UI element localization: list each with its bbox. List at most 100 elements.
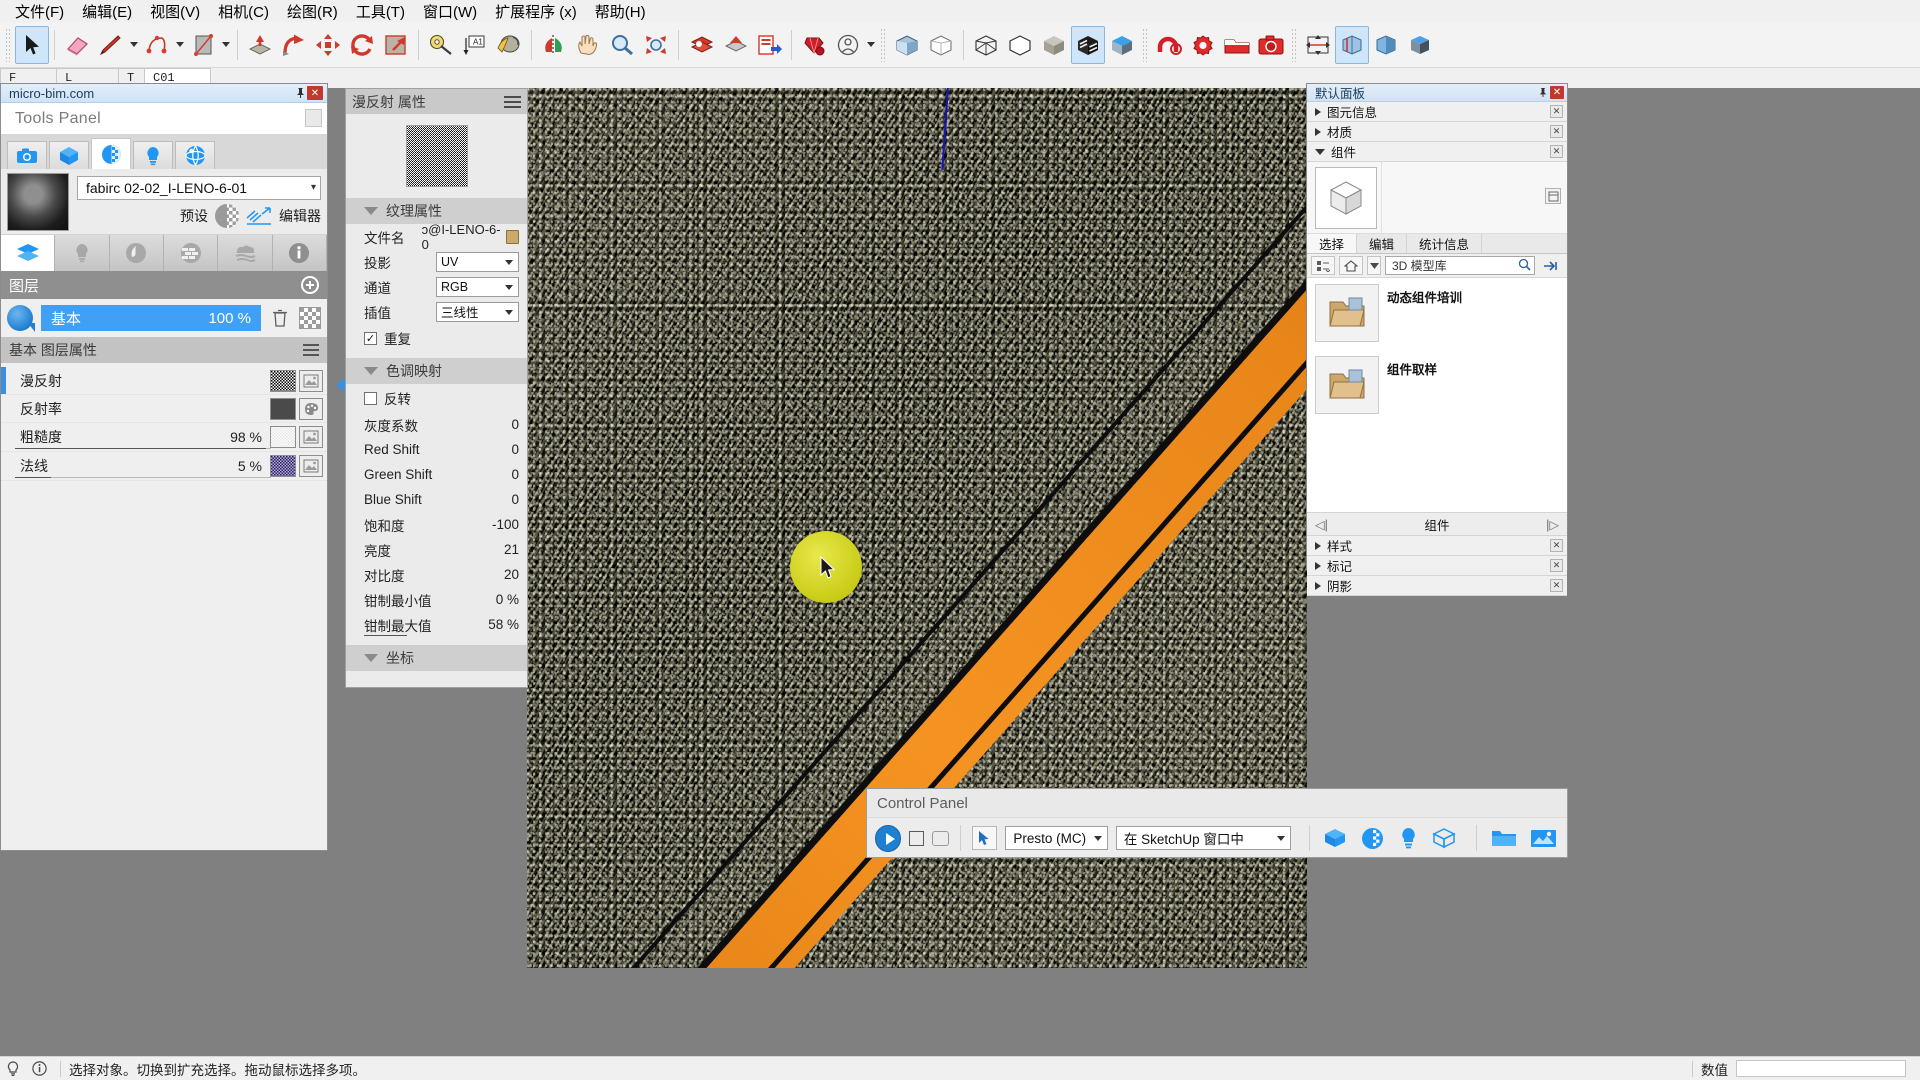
report-export-icon[interactable] — [752, 26, 786, 64]
menu-draw[interactable]: 绘图(R) — [278, 0, 347, 24]
row-brightness[interactable]: 亮度 21 — [346, 537, 527, 562]
tab-environment[interactable] — [175, 141, 215, 169]
target-select[interactable]: 在 SketchUp 窗口中 — [1115, 826, 1291, 850]
rectangle-icon[interactable] — [186, 26, 220, 64]
measurement-input[interactable] — [1736, 1060, 1906, 1077]
list-item[interactable]: 动态组件培训 — [1307, 278, 1567, 350]
lightbulb-icon[interactable] — [0, 1060, 26, 1077]
tray-shadows[interactable]: 阴影 ✕ — [1307, 576, 1567, 596]
section-fill-icon[interactable] — [1369, 26, 1403, 64]
comp-tab-select[interactable]: 选择 — [1307, 234, 1358, 253]
tape-measure-icon[interactable] — [424, 26, 458, 64]
tools-panel-corner-box[interactable] — [305, 109, 322, 127]
image-map-icon[interactable] — [299, 426, 323, 448]
user-account-icon[interactable] — [831, 26, 865, 64]
diffuse-texture-preview[interactable] — [405, 125, 468, 187]
channel-select[interactable]: RGB — [436, 276, 519, 297]
close-icon[interactable]: ✕ — [307, 86, 323, 100]
tray-styles[interactable]: 样式 ✕ — [1307, 536, 1567, 556]
pointer-icon[interactable] — [971, 826, 998, 850]
menu-extensions[interactable]: 扩展程序 (x) — [486, 0, 586, 24]
menu-camera[interactable]: 相机(C) — [209, 0, 278, 24]
layer-row[interactable]: 基本 100 % — [1, 299, 327, 337]
image-map-icon[interactable] — [299, 369, 323, 392]
nav-right-icon[interactable]: |▷ — [1546, 517, 1559, 532]
texture-properties-section-header[interactable]: 纹理属性 — [346, 198, 527, 224]
add-circle-icon[interactable] — [301, 276, 319, 294]
model-cube-icon[interactable] — [1321, 826, 1350, 850]
preset-sphere-icon[interactable] — [215, 203, 239, 228]
menu-window[interactable]: 窗口(W) — [414, 0, 486, 24]
light-noise-swatch[interactable] — [270, 426, 296, 448]
palette-icon[interactable] — [299, 397, 323, 420]
contrast-value[interactable]: 20 — [504, 567, 519, 582]
property-row-roughness[interactable]: 粗糙度 98 % — [1, 423, 327, 452]
forward-arrow-icon[interactable] — [1539, 256, 1563, 275]
tray-tags[interactable]: 标记 ✕ — [1307, 556, 1567, 576]
close-icon[interactable]: ✕ — [1550, 559, 1563, 572]
engine-select[interactable]: Presto (MC) — [1005, 826, 1108, 850]
light-bulb-icon[interactable] — [1396, 826, 1421, 850]
subtab-info[interactable] — [272, 235, 327, 271]
tab-camera[interactable] — [7, 141, 47, 169]
zoom-extents-icon[interactable] — [639, 26, 673, 64]
rectangle-dropdown-caret[interactable] — [220, 26, 232, 64]
checker-icon[interactable] — [299, 307, 321, 329]
home-icon[interactable] — [1339, 256, 1363, 275]
roughness-slider-track[interactable] — [15, 448, 271, 449]
control-panel-titlebar[interactable]: Control Panel — [867, 789, 1567, 818]
offset-icon[interactable] — [379, 26, 413, 64]
arc-dropdown-caret[interactable] — [174, 26, 186, 64]
style-monochrome-icon[interactable] — [1003, 26, 1037, 64]
menu-file[interactable]: 文件(F) — [6, 0, 73, 24]
blue-shift-value[interactable]: 0 — [511, 492, 519, 507]
tab-light[interactable] — [133, 141, 173, 169]
clamp-max-value[interactable]: 58 % — [488, 617, 519, 632]
saturation-value[interactable]: -100 — [492, 517, 519, 532]
tray-materials[interactable]: 材质 ✕ — [1307, 122, 1567, 142]
style-wireframe-icon[interactable] — [969, 26, 1003, 64]
close-icon[interactable]: ✕ — [1550, 145, 1563, 158]
close-icon[interactable]: ✕ — [1550, 125, 1563, 138]
invert-checkbox[interactable] — [364, 391, 377, 405]
close-icon[interactable]: ✕ — [1550, 539, 1563, 552]
row-saturation[interactable]: 饱和度 -100 — [346, 512, 527, 537]
move-icon[interactable] — [311, 26, 345, 64]
dimension-icon[interactable]: A1 — [458, 26, 492, 64]
chevron-down-icon[interactable]: ▾ — [311, 182, 316, 193]
default-tray-titlebar[interactable]: 默认面板 ✕ — [1307, 84, 1567, 102]
property-row-reflectance[interactable]: 反射率 — [1, 395, 327, 423]
tone-mapping-section-header[interactable]: 色调映射 — [346, 358, 527, 384]
subtab-displacement[interactable] — [163, 235, 219, 271]
pin-icon[interactable] — [293, 86, 307, 100]
save-image-icon[interactable] — [1528, 826, 1559, 850]
stop-icon[interactable] — [909, 830, 925, 846]
interpolation-select[interactable]: 三线性 — [436, 301, 519, 322]
section-cut-icon[interactable] — [1403, 26, 1437, 64]
normal-slider-track[interactable] — [15, 477, 271, 478]
render-cube-icon[interactable] — [1429, 826, 1458, 850]
trash-icon[interactable] — [269, 306, 291, 330]
open-folder-icon[interactable] — [1488, 826, 1519, 850]
repeat-checkbox[interactable]: ✓ — [364, 331, 377, 345]
clamp-min-value[interactable]: 0 % — [496, 592, 519, 607]
row-repeat[interactable]: ✓ 重复 — [346, 324, 527, 352]
clamp-max-slider-track[interactable] — [364, 635, 407, 636]
subtab-medium[interactable] — [109, 235, 164, 271]
component-cube-icon[interactable] — [1315, 167, 1377, 229]
list-item[interactable]: 组件取样 — [1307, 350, 1567, 422]
followme-icon[interactable] — [277, 26, 311, 64]
row-blue-shift[interactable]: Blue Shift 0 — [346, 487, 527, 512]
info-circle-icon[interactable] — [26, 1061, 52, 1076]
row-contrast[interactable]: 对比度 20 — [346, 562, 527, 587]
scene-import-icon[interactable] — [718, 26, 752, 64]
rotate-icon[interactable] — [345, 26, 379, 64]
coordinates-section-header[interactable]: 坐标 — [346, 645, 527, 671]
tray-components[interactable]: 组件 ✕ — [1307, 142, 1567, 162]
subtab-layers[interactable] — [1, 235, 56, 271]
green-shift-value[interactable]: 0 — [511, 467, 519, 482]
eraser-icon[interactable] — [60, 26, 94, 64]
pin-icon[interactable] — [1536, 86, 1550, 100]
projection-select[interactable]: UV — [436, 251, 519, 272]
material-sphere-icon[interactable] — [1358, 826, 1387, 850]
